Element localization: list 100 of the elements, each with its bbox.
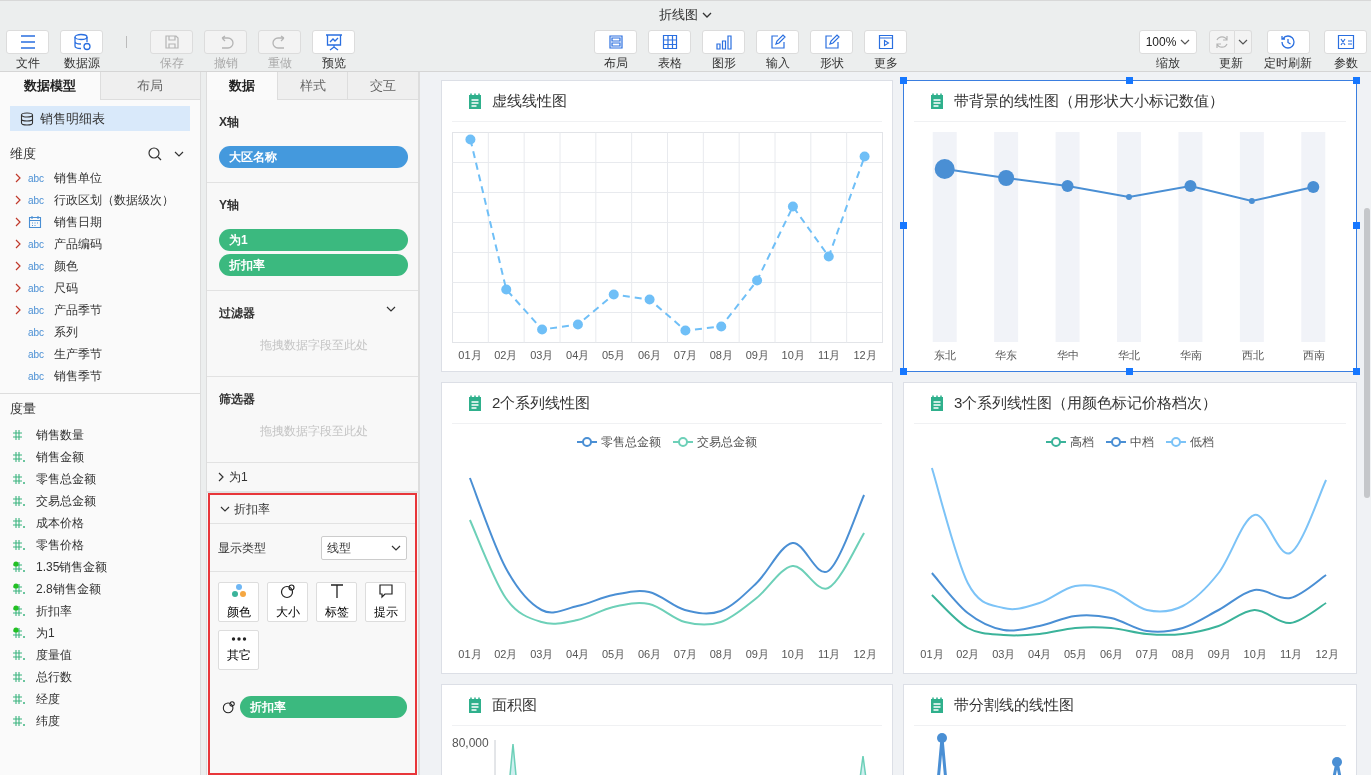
measure-item[interactable]: 折扣率 (10, 600, 200, 622)
measure-name: 1.35销售金额 (36, 558, 108, 576)
dimension-item[interactable]: abc 产品季节 (14, 299, 200, 321)
measure-item[interactable]: 成本价格 (10, 512, 200, 534)
dimension-name: 销售季节 (54, 367, 102, 385)
other-mark-button[interactable]: 其它 (218, 630, 259, 670)
zoom-select[interactable]: 100% (1139, 30, 1197, 54)
measure-item[interactable]: 为1 (10, 622, 200, 644)
measure-item[interactable]: 零售总金额 (10, 468, 200, 490)
resize-handle[interactable] (900, 77, 907, 84)
resize-handle[interactable] (1353, 222, 1360, 229)
measure-item[interactable]: 交易总金额 (10, 490, 200, 512)
notepad-icon (929, 92, 945, 110)
measure-item[interactable]: 度量值 (10, 644, 200, 666)
save-icon (163, 34, 180, 50)
panel-tab[interactable]: 布局 (99, 72, 200, 100)
chart-card[interactable]: 面积图 80,000 (441, 684, 893, 775)
chart-button[interactable] (702, 30, 745, 54)
measure-item[interactable]: 2.8销售金额 (10, 578, 200, 600)
tooltip-mark-button[interactable]: 提示 (365, 582, 406, 622)
chevron-down-icon[interactable] (386, 305, 396, 313)
resize-handle[interactable] (900, 368, 907, 375)
legend-label: 高档 (1070, 433, 1094, 451)
measure-name: 交易总金额 (36, 492, 96, 510)
resize-handle[interactable] (1353, 368, 1360, 375)
label-mark-button[interactable]: 标签 (316, 582, 357, 622)
datasource-button[interactable] (60, 30, 103, 54)
file-button[interactable] (6, 30, 49, 54)
dimension-item[interactable]: abc 系列 (14, 321, 200, 343)
dimension-item[interactable]: 销售日期 (14, 211, 200, 233)
axis-label: 11月 (816, 348, 842, 363)
resize-handle[interactable] (1353, 77, 1360, 84)
measure-item[interactable]: 销售数量 (10, 424, 200, 446)
table-button[interactable] (648, 30, 691, 54)
clock-history-icon (1279, 34, 1297, 50)
notepad-icon (929, 394, 945, 412)
panel-tab[interactable]: 交互 (347, 72, 418, 100)
type-label: abc (28, 282, 46, 294)
axis-label: 华南 (1179, 348, 1204, 363)
measure-item[interactable]: 销售金额 (10, 446, 200, 468)
dimension-item[interactable]: abc 产品编码 (14, 233, 200, 255)
presentation-icon (324, 33, 343, 51)
measure-item[interactable]: 零售价格 (10, 534, 200, 556)
resize-handle[interactable] (1126, 77, 1133, 84)
resize-handle[interactable] (900, 222, 907, 229)
size-mark-button[interactable]: 大小 (267, 582, 308, 622)
measure-item[interactable]: 1.35销售金额 (10, 556, 200, 578)
series-header[interactable]: 为1 (207, 463, 418, 492)
panel-tab[interactable]: 样式 (276, 72, 348, 100)
series-header[interactable]: 折扣率 (210, 495, 415, 524)
dimension-item[interactable]: abc 颜色 (14, 255, 200, 277)
dimension-item[interactable]: abc 尺码 (14, 277, 200, 299)
chart-card[interactable]: 3个系列线性图（用颜色标记价格档次） 高档 中档 低档 01月 02月 03月 04月 05月 06月 07月 08月 09月 10月 11月 12月 (903, 382, 1357, 674)
chart-card[interactable]: 2个系列线性图 零售总金额 交易总金额 01月 02月 03月 04月 05月 06月 07月 08月 09月 10月 11月 12月 (441, 382, 893, 674)
edit-icon (823, 34, 840, 50)
data-point (1126, 194, 1132, 200)
dimension-item[interactable]: abc 销售季节 (14, 365, 200, 387)
shape-button[interactable] (810, 30, 853, 54)
color-mark-button[interactable]: 颜色 (218, 582, 259, 622)
data-point (1184, 180, 1197, 192)
more-button[interactable] (864, 30, 907, 54)
scrollbar[interactable] (1364, 208, 1370, 498)
chart-card[interactable]: 带背景的线性图（用形状大小标记数值） 东北 华东 华中 华北 华南 西北 西南 (903, 80, 1357, 372)
display-type-select[interactable]: 线型 (321, 536, 407, 560)
chevron-down-icon[interactable] (702, 10, 712, 19)
dropdown-button[interactable] (1235, 30, 1252, 54)
type-label: abc (28, 194, 46, 206)
series-name: 折扣率 (234, 500, 270, 518)
resize-handle[interactable] (1126, 368, 1133, 375)
chevron-right-icon (14, 173, 22, 183)
params-button[interactable] (1324, 30, 1367, 54)
notepad-icon (467, 394, 483, 412)
window-title[interactable]: 折线图 (659, 5, 698, 24)
axis-label: 华北 (1117, 348, 1142, 363)
chart-card[interactable]: 虚线线性图 01月 02月 03月 04月 05月 06月 07月 08月 09月 10月 11月 12月 (441, 80, 893, 372)
area-series (507, 743, 518, 775)
layout-button[interactable] (594, 30, 637, 54)
measure-name: 度量值 (36, 646, 72, 664)
input-button[interactable] (756, 30, 799, 54)
tool-label: 预览 (321, 55, 346, 72)
notepad-icon (929, 696, 945, 714)
preview-button[interactable] (312, 30, 355, 54)
measure-item[interactable]: 纬度 (10, 710, 200, 732)
section-title: 维度 (10, 145, 36, 163)
axis-label: 04月 (565, 348, 591, 363)
search-icon[interactable] (148, 147, 162, 161)
type-label: abc (28, 238, 46, 250)
dimension-item[interactable]: abc 行政区划（数据级次） (14, 189, 200, 211)
dimension-item[interactable]: abc 销售单位 (14, 167, 200, 189)
chart-card[interactable]: 带分割线的线性图 (903, 684, 1357, 775)
chevron-down-icon[interactable] (174, 150, 184, 158)
tool-label: 更新 (1218, 55, 1243, 72)
dimension-item[interactable]: abc 生产季节 (14, 343, 200, 365)
measure-item[interactable]: 经度 (10, 688, 200, 710)
dataset-item[interactable]: 销售明细表 (10, 106, 190, 131)
tool-label: 定时刷新 (1264, 55, 1312, 72)
timer-button[interactable] (1266, 30, 1310, 54)
legend-label: 交易总金额 (697, 433, 757, 451)
measure-item[interactable]: 总行数 (10, 666, 200, 688)
chevron-right-icon (217, 472, 225, 482)
